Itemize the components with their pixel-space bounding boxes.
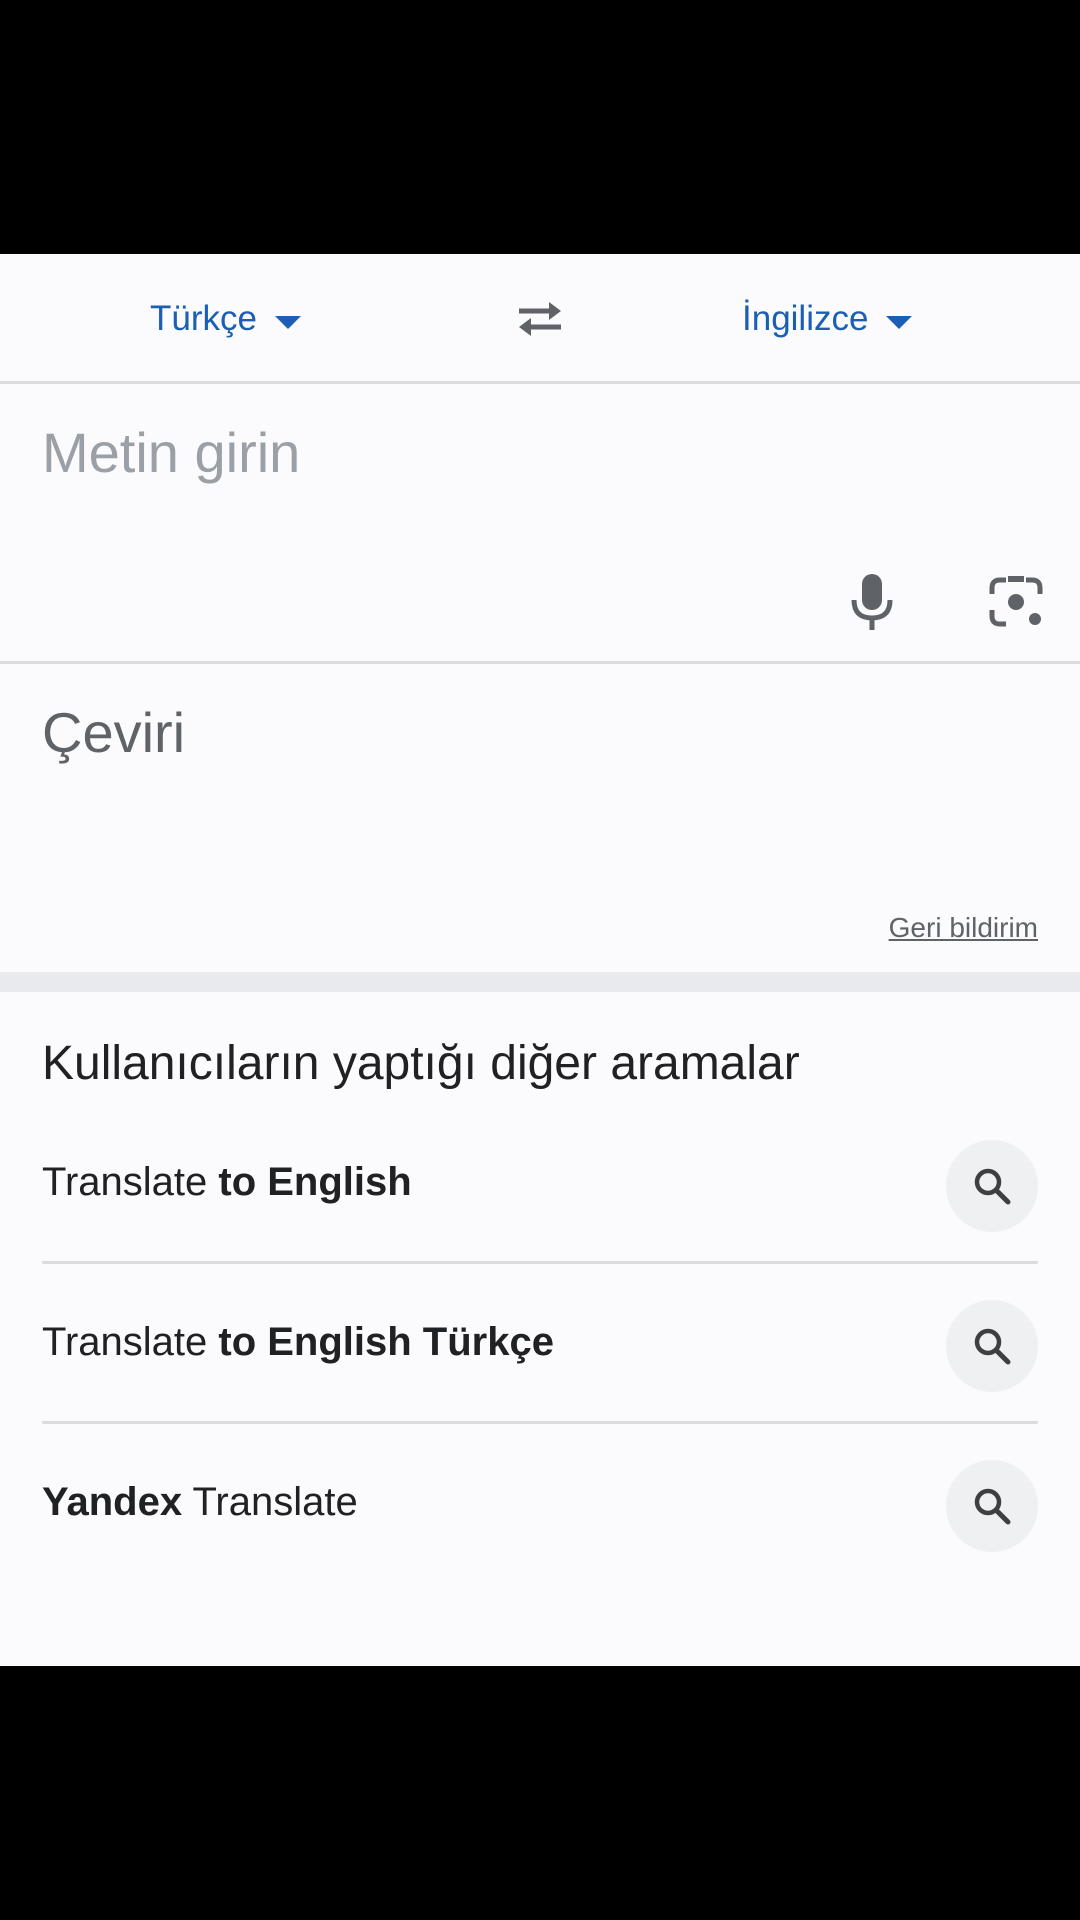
source-language-selector[interactable]: Türkçe <box>150 294 301 344</box>
swap-arrows-icon <box>519 302 561 336</box>
dropdown-caret-icon <box>886 315 913 329</box>
source-text-placeholder: Metin girin <box>42 421 301 484</box>
swap-languages-button[interactable] <box>510 294 570 344</box>
target-language-selector[interactable]: İngilizce <box>742 294 913 344</box>
feedback-link[interactable]: Geri bildirim <box>889 912 1038 944</box>
related-search-text: Translate to English Türkçe <box>42 1320 554 1364</box>
related-search-button[interactable] <box>946 1460 1038 1552</box>
section-divider <box>0 972 1080 992</box>
related-search-item[interactable]: Yandex Translate <box>42 1424 1038 1584</box>
translation-placeholder: Çeviri <box>42 701 186 764</box>
search-icon <box>974 1488 1011 1525</box>
microphone-icon[interactable] <box>846 572 898 632</box>
search-icon <box>974 1168 1011 1205</box>
related-search-item[interactable]: Translate to English <box>42 1104 1038 1264</box>
related-search-button[interactable] <box>946 1300 1038 1392</box>
related-search-text: Yandex Translate <box>42 1480 358 1524</box>
browser-viewport: Türkçe İngilizce Metin girin Çeviri Geri… <box>0 254 1080 1666</box>
camera-lens-icon[interactable] <box>988 574 1044 630</box>
source-text-area[interactable]: Metin girin <box>0 384 1080 664</box>
source-language-label: Türkçe <box>150 299 257 338</box>
language-bar: Türkçe İngilizce <box>0 254 1080 384</box>
search-icon <box>974 1328 1011 1365</box>
target-language-label: İngilizce <box>742 299 869 338</box>
related-search-button[interactable] <box>946 1140 1038 1232</box>
dropdown-caret-icon <box>274 315 301 329</box>
translation-area: Çeviri Geri bildirim <box>0 664 1080 972</box>
related-searches-title: Kullanıcıların yaptığı diğer aramalar <box>42 1037 800 1090</box>
related-search-text: Translate to English <box>42 1160 412 1204</box>
related-search-item[interactable]: Translate to English Türkçe <box>42 1264 1038 1424</box>
